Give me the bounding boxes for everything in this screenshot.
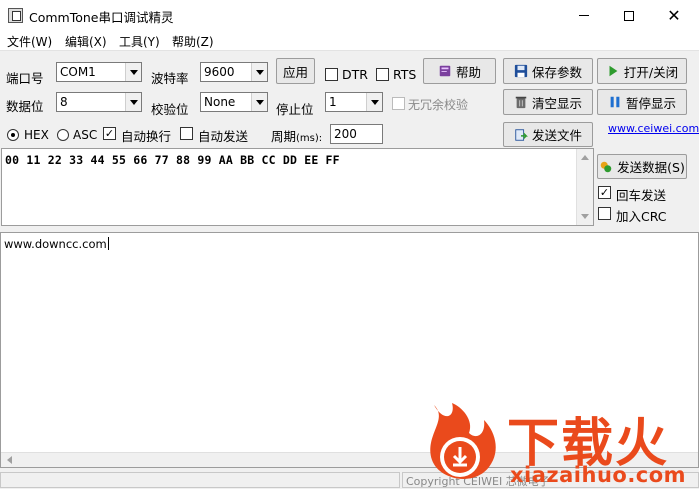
app-icon — [8, 8, 23, 23]
text-caret — [107, 237, 109, 250]
period-unit: (ms): — [296, 133, 323, 144]
baud-label: 波特率 — [151, 71, 189, 86]
trash-icon — [515, 96, 527, 109]
rts-label: RTS — [393, 67, 417, 82]
port-label: 端口号 — [6, 71, 44, 86]
close-button[interactable]: ✕ — [651, 0, 697, 31]
receive-content: www.downcc.com — [4, 237, 109, 251]
send-content: 00 11 22 33 44 55 66 77 88 99 AA BB CC D… — [5, 153, 340, 167]
title-bar: CommTone串口调试精灵 ✕ — [0, 0, 699, 31]
echo-checkbox[interactable]: ✓ — [598, 186, 611, 199]
save-params-button[interactable]: 保存参数 — [503, 58, 593, 84]
send-data-button[interactable]: 发送数据(S) — [597, 154, 687, 179]
minimize-icon — [579, 15, 589, 16]
pause-display-button[interactable]: 暂停显示 — [597, 89, 687, 115]
hex-label: HEX — [24, 128, 49, 142]
menu-edit[interactable]: 编辑(X) — [65, 33, 107, 50]
send-scrollbar[interactable] — [576, 149, 593, 225]
stopbits-label: 停止位 — [276, 102, 314, 117]
book-icon — [439, 65, 451, 77]
databits-select[interactable]: 8 — [56, 92, 142, 112]
chevron-down-icon — [125, 93, 141, 111]
watermark: 下载火 xiazaihuo.com — [412, 393, 699, 489]
pause-icon — [610, 96, 620, 108]
stopbits-value: 1 — [329, 95, 337, 109]
no-parity-checkbox[interactable] — [392, 97, 405, 110]
crc-checkbox[interactable] — [598, 207, 611, 220]
baud-value: 9600 — [204, 65, 235, 79]
dtr-label: DTR — [342, 67, 368, 82]
chevron-down-icon — [125, 63, 141, 81]
period-value: 200 — [334, 127, 357, 141]
scroll-left-icon — [7, 456, 12, 464]
clear-display-button[interactable]: 清空显示 — [503, 89, 593, 115]
parity-label: 校验位 — [151, 102, 189, 117]
play-icon — [609, 65, 618, 77]
dtr-checkbox[interactable] — [325, 68, 338, 81]
close-icon: ✕ — [667, 6, 681, 25]
open-close-button[interactable]: 打开/关闭 — [597, 58, 687, 84]
chevron-down-icon — [251, 93, 267, 111]
send-text-area[interactable]: 00 11 22 33 44 55 66 77 88 99 AA BB CC D… — [1, 148, 594, 226]
parity-select[interactable]: None — [200, 92, 268, 112]
send-file-label: 发送文件 — [531, 128, 582, 143]
maximize-button[interactable] — [606, 0, 652, 31]
no-parity-label: 无冗余校验 — [408, 98, 469, 112]
auto-send-checkbox[interactable] — [180, 127, 193, 140]
asc-label: ASC — [73, 128, 98, 142]
stopbits-select[interactable]: 1 — [325, 92, 383, 112]
pause-display-label: 暂停显示 — [625, 95, 676, 111]
parity-value: None — [204, 95, 236, 109]
receive-text: www.downcc.com — [4, 237, 107, 251]
auto-wrap-checkbox[interactable]: ✓ — [103, 127, 116, 140]
send-file-button[interactable]: 发送文件 — [503, 122, 593, 147]
help-button[interactable]: 帮助 — [423, 58, 496, 84]
send-data-label: 发送数据(S) — [617, 160, 685, 175]
rts-checkbox[interactable] — [376, 68, 389, 81]
apply-label: 应用 — [282, 64, 308, 80]
baud-select[interactable]: 9600 — [200, 62, 268, 82]
fire-logo-icon — [430, 403, 496, 479]
window-title: CommTone串口调试精灵 — [29, 10, 174, 25]
echo-label: 回车发送 — [616, 188, 667, 203]
status-pane-main — [0, 472, 400, 488]
hex-radio[interactable] — [7, 129, 19, 141]
period-label: 周期(ms): — [271, 126, 322, 145]
auto-send-label: 自动发送 — [198, 129, 249, 144]
period-text: 周期 — [271, 129, 297, 144]
save-params-label: 保存参数 — [531, 64, 582, 80]
asc-radio[interactable] — [57, 129, 69, 141]
clear-display-label: 清空显示 — [531, 95, 582, 111]
menu-help[interactable]: 帮助(Z) — [172, 33, 214, 50]
chevron-down-icon — [251, 63, 267, 81]
port-select[interactable]: COM1 — [56, 62, 142, 82]
auto-wrap-label: 自动换行 — [121, 129, 172, 144]
scroll-down-icon — [581, 214, 589, 219]
menu-file[interactable]: 文件(W) — [7, 33, 52, 50]
website-link[interactable]: www.ceiwei.com — [608, 122, 699, 135]
menu-bar: 文件(W) 编辑(X) 工具(Y) 帮助(Z) — [0, 31, 699, 51]
apply-button[interactable]: 应用 — [276, 58, 315, 84]
maximize-icon — [624, 10, 634, 21]
crc-label: 加入CRC — [616, 209, 667, 224]
menu-tools[interactable]: 工具(Y) — [119, 33, 160, 50]
period-input[interactable]: 200 — [330, 124, 383, 144]
send-data-icon — [600, 161, 612, 172]
scroll-up-icon — [581, 155, 589, 160]
databits-label: 数据位 — [6, 99, 44, 114]
databits-value: 8 — [60, 95, 68, 109]
watermark-domain: xiazaihuo.com — [510, 463, 687, 487]
minimize-button[interactable] — [561, 0, 607, 31]
help-label: 帮助 — [455, 64, 481, 80]
chevron-down-icon — [366, 93, 382, 111]
floppy-disk-icon — [514, 64, 528, 78]
open-close-label: 打开/关闭 — [623, 64, 679, 80]
file-send-icon — [515, 128, 528, 141]
port-value: COM1 — [60, 65, 96, 79]
